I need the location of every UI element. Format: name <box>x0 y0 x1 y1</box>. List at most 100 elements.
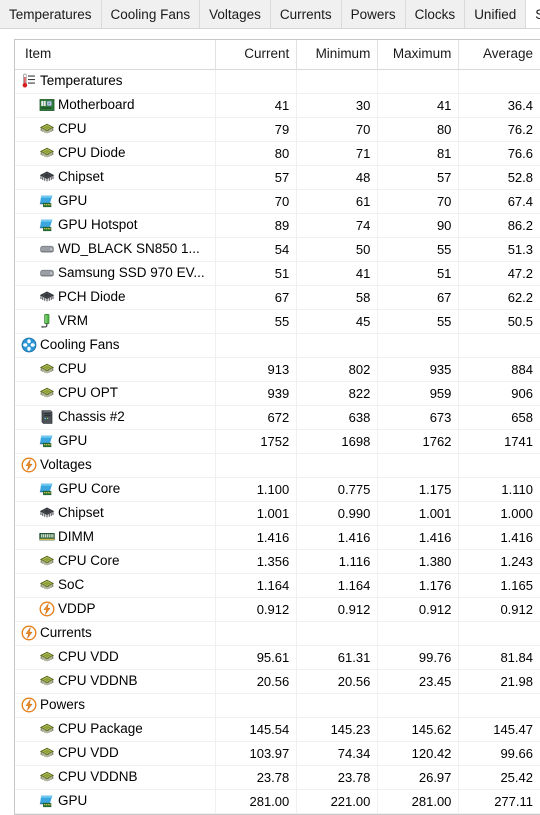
fan-icon <box>21 337 37 353</box>
table-row[interactable]: CPU Core 1.356 1.116 1.380 1.243 <box>15 549 540 574</box>
table-row[interactable]: Chassis #2 672 638 673 658 <box>15 405 540 430</box>
table-header-row: Item Current Minimum Maximum Average <box>15 40 540 70</box>
item-cell-content: Powers <box>19 697 208 713</box>
cell-minimum: 23.78 <box>296 765 378 790</box>
cell-minimum: 1.164 <box>296 573 378 598</box>
cell-current: 1.356 <box>215 549 297 574</box>
cell-maximum: 281.00 <box>377 789 459 814</box>
cell-maximum: 70 <box>377 189 459 214</box>
motherboard-icon <box>39 99 55 111</box>
cell-average: 47.2 <box>458 261 540 286</box>
cell-current: 145.54 <box>215 717 297 742</box>
cell-maximum <box>377 693 459 718</box>
cell-current: 1.416 <box>215 525 297 550</box>
table-row[interactable]: CPU Package 145.54 145.23 145.62 145.47 <box>15 717 540 742</box>
table-group-row[interactable]: Temperatures <box>15 69 540 94</box>
cell-item: SoC <box>15 573 216 598</box>
cell-item: GPU Core <box>15 477 216 502</box>
table-row[interactable]: CPU VDDNB 20.56 20.56 23.45 21.98 <box>15 669 540 694</box>
cell-item: CPU VDD <box>15 741 216 766</box>
column-header-current[interactable]: Current <box>215 40 297 70</box>
cell-item: GPU <box>15 429 216 454</box>
table-row[interactable]: CPU 79 70 80 76.2 <box>15 117 540 142</box>
table-row[interactable]: CPU 913 802 935 884 <box>15 357 540 382</box>
table-row[interactable]: Samsung SSD 970 EV... 51 41 51 47.2 <box>15 261 540 286</box>
tab-unified[interactable]: Unified <box>465 0 527 28</box>
cell-maximum: 145.62 <box>377 717 459 742</box>
cell-maximum: 67 <box>377 285 459 310</box>
cell-item: Currents <box>15 621 216 646</box>
cell-minimum <box>296 453 378 478</box>
item-label: GPU <box>58 433 88 449</box>
table-row[interactable]: GPU 281.00 221.00 281.00 277.11 <box>15 789 540 814</box>
cell-maximum: 1.416 <box>377 525 459 550</box>
table-row[interactable]: Chipset 1.001 0.990 1.001 1.000 <box>15 501 540 526</box>
cell-maximum: 55 <box>377 309 459 334</box>
item-cell-content: GPU <box>19 433 208 449</box>
tab-clocks[interactable]: Clocks <box>405 0 466 28</box>
cell-current: 1752 <box>215 429 297 454</box>
table-group-row[interactable]: Voltages <box>15 453 540 478</box>
table-row[interactable]: GPU 1752 1698 1762 1741 <box>15 429 540 454</box>
cell-minimum: 221.00 <box>296 789 378 814</box>
cell-maximum: 80 <box>377 117 459 142</box>
cell-current: 95.61 <box>215 645 297 670</box>
cell-maximum: 120.42 <box>377 741 459 766</box>
cell-average: 1.416 <box>458 525 540 550</box>
table-group-row[interactable]: Powers <box>15 693 540 718</box>
cell-average: 67.4 <box>458 189 540 214</box>
item-label: VRM <box>58 313 88 329</box>
cell-current: 1.100 <box>215 477 297 502</box>
cell-average: 0.912 <box>458 597 540 622</box>
tab-currents[interactable]: Currents <box>270 0 342 28</box>
column-header-maximum[interactable]: Maximum <box>377 40 459 70</box>
tab-powers[interactable]: Powers <box>341 0 406 28</box>
table-row[interactable]: CPU VDDNB 23.78 23.78 26.97 25.42 <box>15 765 540 790</box>
item-label: WD_BLACK SN850 1... <box>58 241 200 257</box>
column-header-item[interactable]: Item <box>15 40 216 70</box>
item-cell-content: GPU <box>19 793 208 809</box>
cell-item: CPU VDD <box>15 645 216 670</box>
table-row[interactable]: CPU Diode 80 71 81 76.6 <box>15 141 540 166</box>
cell-minimum: 45 <box>296 309 378 334</box>
item-cell-content: Currents <box>19 625 208 641</box>
table-row[interactable]: GPU Core 1.100 0.775 1.175 1.110 <box>15 477 540 502</box>
cell-item: GPU Hotspot <box>15 213 216 238</box>
tab-voltages[interactable]: Voltages <box>200 0 271 28</box>
bolt-icon <box>39 601 55 617</box>
table-row[interactable]: Chipset 57 48 57 52.8 <box>15 165 540 190</box>
cpu-icon <box>39 387 55 398</box>
cell-current: 80 <box>215 141 297 166</box>
item-label: GPU Core <box>58 481 121 497</box>
cell-maximum: 26.97 <box>377 765 459 790</box>
table-row[interactable]: DIMM 1.416 1.416 1.416 1.416 <box>15 525 540 550</box>
cell-current: 0.912 <box>215 597 297 622</box>
table-row[interactable]: GPU 70 61 70 67.4 <box>15 189 540 214</box>
table-row[interactable]: CPU OPT 939 822 959 906 <box>15 381 540 406</box>
table-row[interactable]: CPU VDD 95.61 61.31 99.76 81.84 <box>15 645 540 670</box>
tab-sta[interactable]: Sta <box>526 0 540 28</box>
cell-minimum: 61 <box>296 189 378 214</box>
cell-minimum: 74 <box>296 213 378 238</box>
table-row[interactable]: CPU VDD 103.97 74.34 120.42 99.66 <box>15 741 540 766</box>
cell-minimum: 1.416 <box>296 525 378 550</box>
table-row[interactable]: WD_BLACK SN850 1... 54 50 55 51.3 <box>15 237 540 262</box>
table-group-row[interactable]: Cooling Fans <box>15 333 540 358</box>
item-cell-content: VRM <box>19 313 208 329</box>
table-row[interactable]: PCH Diode 67 58 67 62.2 <box>15 285 540 310</box>
table-row[interactable]: VDDP 0.912 0.912 0.912 0.912 <box>15 597 540 622</box>
table-row[interactable]: Motherboard 41 30 41 36.4 <box>15 93 540 118</box>
cell-maximum: 1.175 <box>377 477 459 502</box>
column-header-minimum[interactable]: Minimum <box>296 40 378 70</box>
tab-temperatures[interactable]: Temperatures <box>0 0 102 28</box>
column-header-average[interactable]: Average <box>458 40 540 70</box>
tab-cooling-fans[interactable]: Cooling Fans <box>101 0 201 28</box>
table-row[interactable]: GPU Hotspot 89 74 90 86.2 <box>15 213 540 238</box>
cell-maximum: 51 <box>377 261 459 286</box>
table-row[interactable]: SoC 1.164 1.164 1.176 1.165 <box>15 573 540 598</box>
cell-minimum: 58 <box>296 285 378 310</box>
table-group-row[interactable]: Currents <box>15 621 540 646</box>
cell-minimum: 20.56 <box>296 669 378 694</box>
table-row[interactable]: VRM 55 45 55 50.5 <box>15 309 540 334</box>
cell-minimum: 145.23 <box>296 717 378 742</box>
